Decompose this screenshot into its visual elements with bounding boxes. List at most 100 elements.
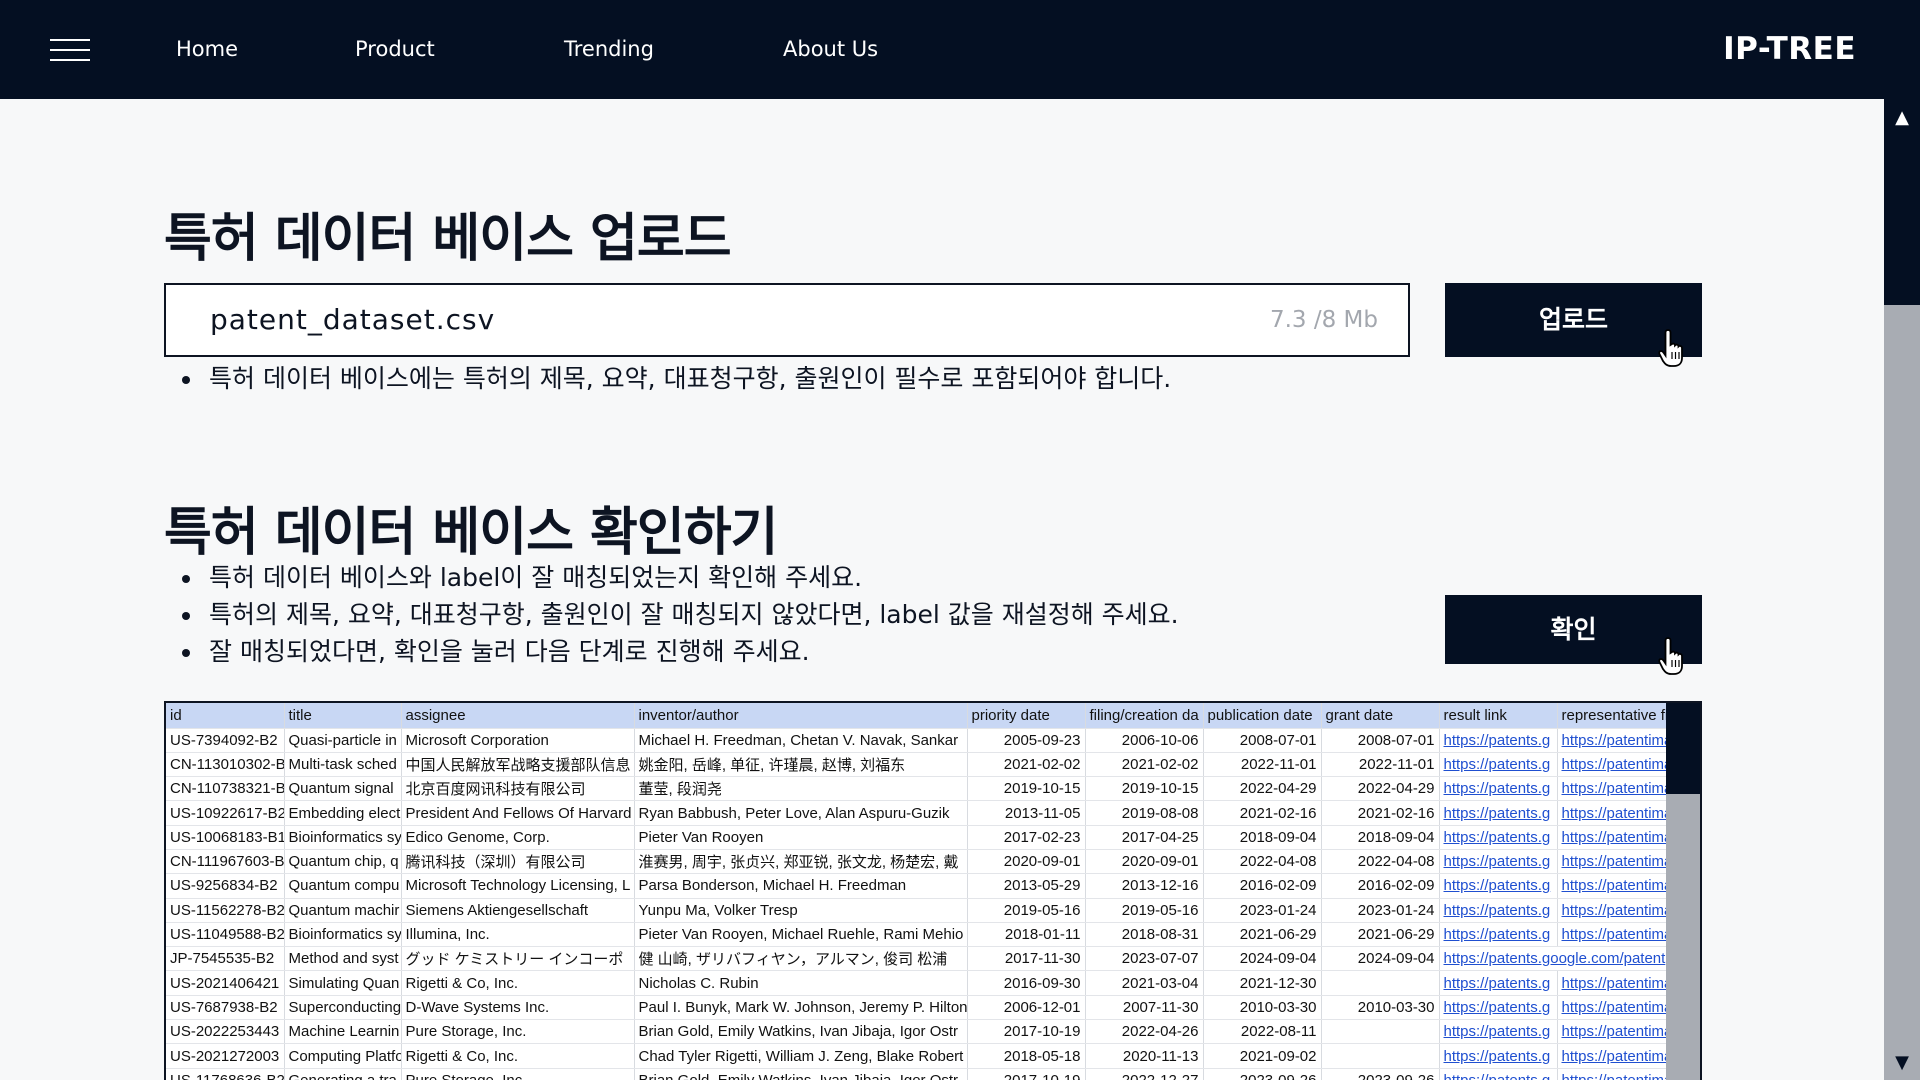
table-cell: President And Fellows Of Harvard xyxy=(401,800,635,826)
table-cell: Bioinformatics sy xyxy=(284,922,402,948)
table-row[interactable]: CN-110738321-B Quantum signal 北京百度网讯科技有限公司… xyxy=(166,776,1670,802)
table-cell[interactable]: https://patentima xyxy=(1557,825,1670,850)
table-scrollbar-thumb[interactable] xyxy=(1666,703,1700,794)
column-header[interactable]: grant date xyxy=(1321,703,1440,729)
nav-product[interactable]: Product xyxy=(355,0,435,99)
table-row[interactable]: CN-111967603-B Quantum chip, q 腾讯科技（深圳）有限公… xyxy=(166,849,1670,875)
table-cell: 2022-04-08 xyxy=(1321,849,1440,875)
table-cell: 2021-02-16 xyxy=(1203,800,1322,826)
table-cell: 2023-07-07 xyxy=(1085,946,1204,972)
table-row[interactable]: US-11049588-B2 Bioinformatics sy Illumina,… xyxy=(166,922,1670,948)
table-row[interactable]: US-2022253443 Machine Learnin Pure Storage… xyxy=(166,1019,1670,1045)
table-scrollbar[interactable] xyxy=(1666,703,1700,1080)
table-cell: Quantum compu xyxy=(284,873,402,899)
table-cell[interactable]: https://patents.g xyxy=(1439,728,1558,753)
table-cell: 2022-11-01 xyxy=(1203,752,1322,778)
table-cell[interactable]: https://patents.g xyxy=(1439,1019,1558,1045)
column-header[interactable]: representative fi xyxy=(1557,703,1670,729)
column-header[interactable]: result link xyxy=(1439,703,1558,729)
table-row[interactable]: JP-7545535-B2 Method and syst グッド ケミストリー イ… xyxy=(166,946,1670,972)
page-scrollbar[interactable]: ▲ ▼ xyxy=(1884,99,1920,1080)
table-row[interactable]: US-9256834-B2 Quantum compu Microsoft Tech… xyxy=(166,873,1670,899)
table-row[interactable]: US-11562278-B2 Quantum machir Siemens Akti… xyxy=(166,898,1670,923)
column-header[interactable]: id xyxy=(166,703,285,729)
logo[interactable]: IP-TREE xyxy=(1723,0,1856,99)
table-cell[interactable]: https://patents.g xyxy=(1439,752,1558,778)
column-header[interactable]: title xyxy=(284,703,402,729)
table-cell[interactable]: https://patents.g xyxy=(1439,922,1558,948)
table-cell[interactable]: https://patents.g xyxy=(1439,873,1558,899)
table-cell[interactable]: https://patentima xyxy=(1557,898,1670,923)
table-cell[interactable]: https://patentima xyxy=(1557,800,1670,826)
table-cell: 2022-04-08 xyxy=(1203,849,1322,875)
table-cell[interactable]: https://patents.g xyxy=(1439,825,1558,850)
table-cell[interactable]: https://patents.g xyxy=(1439,1043,1558,1069)
column-header[interactable]: filing/creation da xyxy=(1085,703,1204,729)
table-cell[interactable]: https://patents.g xyxy=(1439,776,1558,802)
table-cell: 2019-05-16 xyxy=(1085,898,1204,923)
table-cell[interactable]: https://patentima xyxy=(1557,1019,1670,1045)
table-cell[interactable]: https://patentima xyxy=(1557,728,1670,753)
table-cell[interactable]: https://patentima xyxy=(1557,995,1670,1021)
table-cell[interactable]: https://patentima xyxy=(1557,1043,1670,1069)
table-row[interactable]: US-10068183-B1 Bioinformatics sy Edico Gen… xyxy=(166,825,1670,850)
table-cell[interactable]: https://patents.g xyxy=(1439,800,1558,826)
table-cell[interactable]: https://patents.g xyxy=(1439,1068,1558,1080)
table-cell: 2020-09-01 xyxy=(1085,849,1204,875)
upload-note: 특허 데이터 베이스에는 특허의 제목, 요약, 대표청구항, 출원인이 필수로… xyxy=(182,360,1171,397)
nav-home[interactable]: Home xyxy=(176,0,238,99)
table-cell: CN-110738321-B xyxy=(166,776,285,802)
file-size: 7.3 /8 Mb xyxy=(1269,307,1378,333)
table-row[interactable]: CN-113010302-B Multi-task sched 中国人民解放军战略支… xyxy=(166,752,1670,778)
table-cell: CN-111967603-B xyxy=(166,849,285,875)
table-cell[interactable]: https://patents.g xyxy=(1439,898,1558,923)
table-cell[interactable]: https://patentima xyxy=(1557,970,1670,996)
upload-section-title: 특허 데이터 베이스 업로드 xyxy=(164,209,732,269)
table-cell: 2010-03-30 xyxy=(1321,995,1440,1021)
check-note: 특허의 제목, 요약, 대표청구항, 출원인이 잘 매칭되지 않았다면, lab… xyxy=(182,596,1179,633)
table-cell[interactable]: https://patentima xyxy=(1557,752,1670,778)
file-input[interactable]: patent_dataset.csv 7.3 /8 Mb xyxy=(164,283,1410,357)
table-cell: Edico Genome, Corp. xyxy=(401,825,635,850)
table-cell: Computing Platfo xyxy=(284,1043,402,1069)
table-cell: Brian Gold, Emily Watkins, Ivan Jibaja, … xyxy=(634,1019,968,1045)
nav-trending[interactable]: Trending xyxy=(564,0,654,99)
nav-about-us[interactable]: About Us xyxy=(783,0,878,99)
table-cell[interactable]: https://patents.g xyxy=(1439,849,1558,875)
table-cell: 2017-10-19 xyxy=(967,1019,1086,1045)
table-cell: 2008-07-01 xyxy=(1203,728,1322,753)
hamburger-menu-icon[interactable] xyxy=(50,38,90,62)
table-cell[interactable]: https://patents.g xyxy=(1439,970,1558,996)
table-cell: 中国人民解放军战略支援部队信息 xyxy=(401,752,635,778)
table-cell: Quantum chip, q xyxy=(284,849,402,875)
scroll-down-arrow-icon[interactable]: ▼ xyxy=(1884,1048,1920,1078)
table-row[interactable]: US-11768636-B2Generating a traPure Stora… xyxy=(166,1068,1670,1080)
table-cell: 2022-12-27 xyxy=(1085,1068,1204,1080)
table-row[interactable]: US-7394092-B2 Quasi-particle in Microsoft … xyxy=(166,728,1670,753)
table-cell: 健 山崎, ザリバフィヤン，アルマン, 俊司 松浦 xyxy=(634,946,968,972)
table-cell[interactable]: https://patentima xyxy=(1557,873,1670,899)
scroll-up-arrow-icon[interactable]: ▲ xyxy=(1884,103,1920,133)
column-header[interactable]: publication date xyxy=(1203,703,1322,729)
table-row[interactable]: US-10922617-B2 Embedding elect President A… xyxy=(166,800,1670,826)
table-cell: Superconducting xyxy=(284,995,402,1021)
table-cell[interactable]: https://patents.google.com/patent xyxy=(1439,946,1670,972)
table-row[interactable]: US-7687938-B2 Superconducting D-Wave Syste… xyxy=(166,995,1670,1021)
column-header[interactable]: priority date xyxy=(967,703,1086,729)
file-name: patent_dataset.csv xyxy=(210,303,496,336)
patent-data-table[interactable]: id title assignee inventor/author priority d… xyxy=(164,701,1702,1080)
table-cell: 2023-09-26 xyxy=(1203,1068,1322,1080)
table-cell: 2018-09-04 xyxy=(1203,825,1322,850)
column-header[interactable]: inventor/author xyxy=(634,703,968,729)
table-cell: JP-7545535-B2 xyxy=(166,946,285,972)
table-cell: 2007-11-30 xyxy=(1085,995,1204,1021)
table-cell[interactable]: https://patentima xyxy=(1557,776,1670,802)
table-cell[interactable]: https://patentima xyxy=(1557,849,1670,875)
table-cell[interactable]: https://patentima xyxy=(1557,1068,1670,1080)
column-header[interactable]: assignee xyxy=(401,703,635,729)
table-cell[interactable]: https://patents.g xyxy=(1439,995,1558,1021)
table-row[interactable]: US-2021272003 Computing Platfo Rigetti & C… xyxy=(166,1043,1670,1069)
table-row[interactable]: US-2021406421 Simulating Quan Rigetti & Co… xyxy=(166,970,1670,996)
table-cell[interactable]: https://patentima xyxy=(1557,922,1670,948)
table-cell: 2020-11-13 xyxy=(1085,1043,1204,1069)
